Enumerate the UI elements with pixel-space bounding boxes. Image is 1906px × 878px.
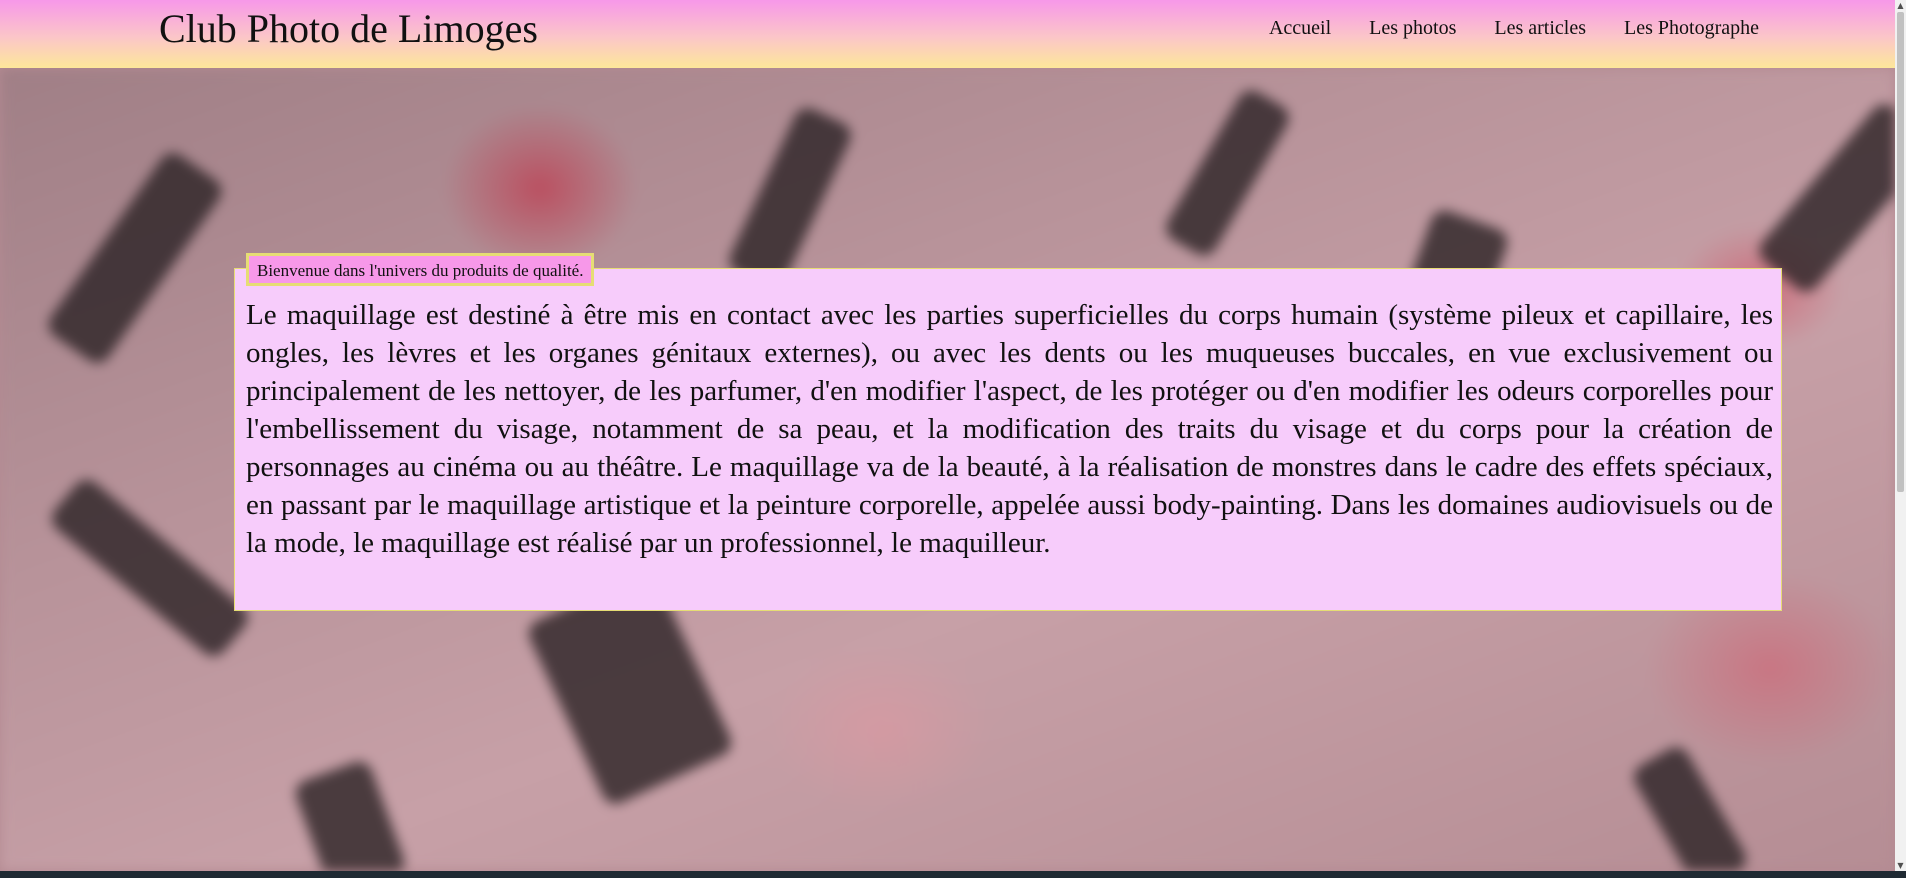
page: Club Photo de Limoges Accueil Les photos… [0, 0, 1906, 878]
scroll-up-icon[interactable]: ▲ [1895, 0, 1906, 11]
panel-paragraph: Le maquillage est destiné à être mis en … [246, 299, 1773, 559]
nav-link-photographe[interactable]: Les Photographe [1624, 16, 1759, 40]
vertical-scrollbar[interactable]: ▲ ▼ [1895, 0, 1906, 871]
nav-link-articles[interactable]: Les articles [1494, 16, 1586, 40]
nav-link-accueil[interactable]: Accueil [1269, 16, 1331, 40]
nav-link-photos[interactable]: Les photos [1369, 16, 1456, 40]
window-bottom-edge [0, 871, 1906, 878]
scroll-thumb[interactable] [1897, 12, 1904, 492]
panel-legend: Bienvenue dans l'univers du produits de … [246, 253, 595, 286]
site-header: Club Photo de Limoges Accueil Les photos… [0, 0, 1895, 68]
site-title: Club Photo de Limoges [159, 6, 538, 51]
scroll-down-icon[interactable]: ▼ [1895, 860, 1906, 871]
main-nav: Accueil Les photos Les articles Les Phot… [1231, 16, 1759, 40]
